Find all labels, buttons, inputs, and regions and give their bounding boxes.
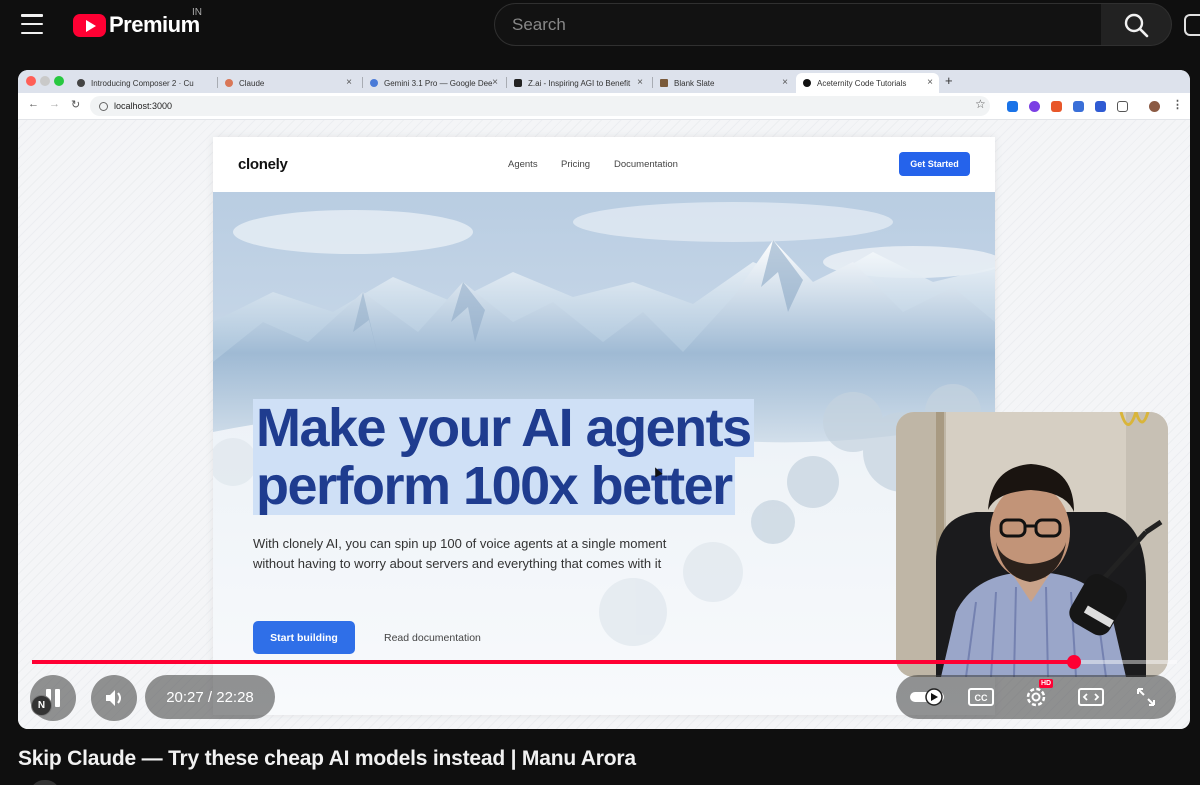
nav-link-documentation[interactable]: Documentation xyxy=(614,159,678,170)
browser-tab[interactable]: Z.ai - Inspiring AGI to Benefit × xyxy=(507,73,649,93)
url-text: localhost:3000 xyxy=(114,101,173,111)
video-title: Skip Claude — Try these cheap AI models … xyxy=(18,747,636,770)
browser-tab[interactable]: Blank Slate × xyxy=(653,73,794,93)
tab-label: Introducing Composer 2 · Cu xyxy=(91,78,194,88)
nav-link-pricing[interactable]: Pricing xyxy=(561,159,590,170)
region-code: IN xyxy=(192,7,202,18)
extension-icon[interactable] xyxy=(1029,101,1040,112)
address-bar[interactable]: localhost:3000 xyxy=(90,96,990,116)
tab-favicon-icon xyxy=(514,79,522,87)
volume-button[interactable] xyxy=(91,675,137,721)
progress-played xyxy=(32,660,1074,664)
headline-line-1: Make your AI agents xyxy=(253,399,754,457)
hero-section: Make your AI agents perform 100x better … xyxy=(213,192,995,715)
window-close-icon[interactable] xyxy=(26,76,36,86)
tab-favicon-icon xyxy=(225,79,233,87)
nav-link-agents[interactable]: Agents xyxy=(508,159,538,170)
captions-button[interactable]: CC xyxy=(966,682,996,712)
menu-icon[interactable] xyxy=(21,14,43,34)
new-tab-icon[interactable]: + xyxy=(945,73,953,88)
browser-tabstrip: Introducing Composer 2 · Cu Claude × Gem… xyxy=(18,70,1190,93)
back-icon[interactable]: ← xyxy=(28,98,39,110)
theater-mode-button[interactable] xyxy=(1076,682,1106,712)
browser-menu-icon[interactable]: ⋮ xyxy=(1172,98,1183,111)
right-controls: CC HD xyxy=(896,675,1176,719)
tab-close-icon[interactable]: × xyxy=(492,77,498,88)
tab-close-icon[interactable]: × xyxy=(782,77,788,88)
browser-tab[interactable]: Claude × xyxy=(218,73,358,93)
svg-text:CC: CC xyxy=(975,693,988,703)
tab-label: Claude xyxy=(239,78,265,88)
search-icon xyxy=(1124,13,1149,37)
search-box xyxy=(494,3,1102,46)
search-button[interactable] xyxy=(1101,3,1172,46)
captions-icon: CC xyxy=(968,688,994,706)
window-zoom-icon[interactable] xyxy=(54,76,64,86)
logo-text: Premium xyxy=(109,12,200,37)
fullscreen-button[interactable] xyxy=(1131,682,1161,712)
website: clonely Agents Pricing Documentation Get… xyxy=(213,137,995,715)
youtube-logo[interactable]: Premium xyxy=(73,12,200,38)
site-navbar: clonely Agents Pricing Documentation Get… xyxy=(213,137,995,192)
youtube-header: Premium IN xyxy=(0,0,1200,52)
fullscreen-icon xyxy=(1137,688,1155,706)
channel-avatar[interactable] xyxy=(30,780,60,785)
voice-search-icon[interactable] xyxy=(1184,14,1200,36)
hero-subtext: With clonely AI, you can spin up 100 of … xyxy=(253,536,667,571)
start-building-button[interactable]: Start building xyxy=(253,621,355,654)
browser-tab[interactable]: Gemini 3.1 Pro — Google Dee × xyxy=(363,73,504,93)
tab-close-icon[interactable]: × xyxy=(637,77,643,88)
presenter-webcam xyxy=(896,412,1168,677)
volume-icon xyxy=(106,690,121,706)
tab-close-icon[interactable]: × xyxy=(927,77,933,88)
read-documentation-link[interactable]: Read documentation xyxy=(384,632,481,644)
get-started-button[interactable]: Get Started xyxy=(899,152,970,176)
browser-tab-active[interactable]: Aceternity Code Tutorials × xyxy=(796,73,939,93)
extensions-puzzle-icon[interactable] xyxy=(1117,101,1128,112)
tab-label: Aceternity Code Tutorials xyxy=(817,78,907,88)
progress-bar[interactable] xyxy=(32,655,1177,669)
bookmark-star-icon[interactable]: ☆ xyxy=(975,97,986,111)
tab-favicon-icon xyxy=(370,79,378,87)
forward-icon[interactable]: → xyxy=(49,98,60,110)
tab-label: Blank Slate xyxy=(674,78,715,88)
extension-icon[interactable] xyxy=(1051,101,1062,112)
search-input[interactable] xyxy=(512,14,1101,35)
presenter-image xyxy=(896,412,1168,677)
extension-icon[interactable] xyxy=(1007,101,1018,112)
tab-label: Z.ai - Inspiring AGI to Benefit xyxy=(528,78,631,88)
site-brand[interactable]: clonely xyxy=(238,156,288,173)
reload-icon[interactable]: ↻ xyxy=(71,98,80,111)
tab-favicon-icon xyxy=(660,79,668,87)
window-minimize-icon[interactable] xyxy=(40,76,50,86)
hd-badge: HD xyxy=(1039,679,1054,688)
extension-icon[interactable] xyxy=(1073,101,1084,112)
tab-label: Gemini 3.1 Pro — Google Dee xyxy=(384,78,493,88)
tab-favicon-icon xyxy=(803,79,811,87)
tab-close-icon[interactable]: × xyxy=(346,77,352,88)
progress-scrubber[interactable] xyxy=(1066,655,1081,669)
headline-line-2: perform 100x better xyxy=(253,457,735,515)
browser-toolbar: ← → ↻ localhost:3000 ☆ ⋮ xyxy=(18,93,1190,120)
extension-icon[interactable] xyxy=(1095,101,1106,112)
settings-button[interactable]: HD xyxy=(1021,679,1054,712)
tab-favicon-icon xyxy=(77,79,85,87)
browser-tab[interactable]: Introducing Composer 2 · Cu xyxy=(70,73,213,93)
profile-avatar[interactable] xyxy=(1149,101,1160,112)
hero-headline: Make your AI agents perform 100x better xyxy=(253,399,754,515)
youtube-play-icon xyxy=(73,13,106,37)
channel-badge: N xyxy=(31,695,52,716)
autoplay-icon xyxy=(910,688,944,706)
time-display: 20:27 / 22:28 xyxy=(145,675,275,719)
autoplay-toggle[interactable] xyxy=(910,682,946,712)
site-info-icon[interactable] xyxy=(99,101,108,111)
video-player[interactable]: Introducing Composer 2 · Cu Claude × Gem… xyxy=(18,70,1190,729)
theater-mode-icon xyxy=(1078,688,1104,706)
